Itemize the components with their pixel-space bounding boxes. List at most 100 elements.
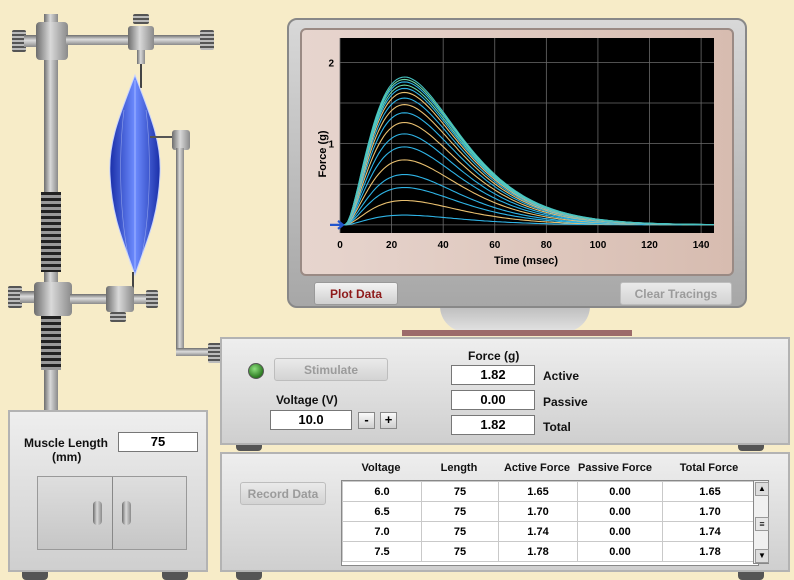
- y-axis-label: Force (g): [317, 130, 329, 177]
- header-active-force: Active Force: [503, 462, 571, 474]
- table-row[interactable]: 6.5 75 1.70 0.00 1.70: [342, 501, 758, 522]
- stand-grip-lower: [41, 310, 61, 370]
- cell-total-force: 1.65: [662, 481, 758, 502]
- electrode-cable-horizontal: [176, 348, 212, 356]
- upper-holder: [128, 26, 154, 50]
- passive-force-label: Passive: [543, 395, 588, 409]
- muscle-apparatus: [0, 0, 230, 410]
- cabinet-doors: [37, 476, 187, 550]
- stimulator-foot-left: [236, 445, 262, 451]
- monitor-base: [402, 330, 632, 336]
- cell-length: 75: [421, 541, 499, 562]
- force-header: Force (g): [468, 349, 520, 363]
- x-tick-label: 100: [590, 240, 607, 251]
- clear-tracings-button[interactable]: Clear Tracings: [620, 282, 732, 305]
- lower-clamp-block: [34, 282, 72, 316]
- scroll-up-arrow[interactable]: ▲: [755, 482, 769, 496]
- data-table-container: 6.0 75 1.65 0.00 1.65 6.5 75 1.70 0.00 1…: [341, 480, 759, 566]
- force-time-chart: Force (g) Time (msec) 0 20 40 60 80 100 120 140…: [317, 38, 715, 267]
- x-tick-label: 40: [438, 240, 450, 251]
- x-axis-label: Time (msec): [494, 255, 558, 267]
- plot-data-button[interactable]: Plot Data: [314, 282, 398, 305]
- total-force-field: 1.82: [451, 415, 535, 435]
- passive-force-field: 0.00: [451, 390, 535, 410]
- total-force-label: Total: [543, 420, 571, 434]
- lower-holder: [106, 286, 134, 312]
- x-tick-label: 20: [386, 240, 398, 251]
- cell-passive-force: 0.00: [577, 481, 663, 502]
- y-tick-label: 2: [328, 58, 334, 69]
- table-scrollbar[interactable]: ▲ ≡ ▼: [753, 480, 769, 564]
- active-force-field: 1.82: [451, 365, 535, 385]
- cell-passive-force: 0.00: [577, 501, 663, 522]
- right-door-handle[interactable]: [122, 501, 131, 525]
- x-tick-label: 0: [337, 240, 343, 251]
- voltage-minus-button[interactable]: -: [358, 412, 375, 429]
- table-row[interactable]: 7.5 75 1.78 0.00 1.78: [342, 541, 758, 562]
- muscle-specimen: [109, 73, 161, 277]
- cell-active-force: 1.70: [498, 501, 578, 522]
- x-tick-label: 120: [641, 240, 658, 251]
- electrode-holder: [172, 130, 190, 150]
- cabinet-foot-left: [22, 572, 48, 580]
- stimulator-panel: Stimulate Voltage (V) 10.0 - + Force (g)…: [220, 337, 790, 445]
- header-total-force: Total Force: [679, 462, 739, 474]
- lower-holder-bottom-knob: [110, 312, 126, 322]
- cell-total-force: 1.70: [662, 501, 758, 522]
- header-passive-force: Passive Force: [578, 462, 652, 474]
- voltage-label: Voltage (V): [276, 393, 338, 407]
- cabinet-foot-right: [162, 572, 188, 580]
- cell-length: 75: [421, 481, 499, 502]
- voltage-plus-button[interactable]: +: [380, 412, 397, 429]
- cell-passive-force: 0.00: [577, 521, 663, 542]
- x-tick-label: 80: [541, 240, 553, 251]
- monitor-neck: [440, 306, 590, 332]
- stimulus-indicator-light: [248, 363, 264, 379]
- cell-voltage: 6.0: [342, 481, 422, 502]
- cell-active-force: 1.65: [498, 481, 578, 502]
- record-panel: Record Data Voltage Length Active Force …: [220, 452, 790, 572]
- left-door-handle[interactable]: [93, 501, 102, 525]
- stimulator-foot-right: [738, 445, 764, 451]
- cell-length: 75: [421, 521, 499, 542]
- stimulate-button[interactable]: Stimulate: [274, 358, 388, 381]
- upper-holder-top-knob: [133, 14, 149, 24]
- cell-active-force: 1.74: [498, 521, 578, 542]
- cell-voltage: 7.0: [342, 521, 422, 542]
- muscle-length-unit: (mm): [52, 450, 82, 464]
- cell-passive-force: 0.00: [577, 541, 663, 562]
- x-tick-label: 140: [693, 240, 710, 251]
- stimulus-marker: [330, 220, 345, 230]
- y-tick-label: 1: [328, 140, 334, 151]
- table-row[interactable]: 6.0 75 1.65 0.00 1.65: [342, 481, 758, 502]
- muscle-cabinet: Muscle Length (mm) 75: [8, 410, 208, 572]
- electrode-cable-vertical: [176, 148, 184, 356]
- record-data-button[interactable]: Record Data: [240, 482, 326, 505]
- cell-total-force: 1.74: [662, 521, 758, 542]
- cell-total-force: 1.78: [662, 541, 758, 562]
- top-clamp-block: [36, 22, 68, 60]
- muscle-length-field[interactable]: 75: [118, 432, 198, 452]
- record-foot-left: [236, 572, 262, 580]
- top-arm-end-knob: [200, 30, 214, 50]
- data-table-header: Voltage Length Active Force Passive Forc…: [341, 462, 757, 476]
- voltage-field[interactable]: 10.0: [270, 410, 352, 430]
- cell-voltage: 6.5: [342, 501, 422, 522]
- active-force-label: Active: [543, 369, 580, 383]
- header-voltage: Voltage: [361, 462, 401, 474]
- table-row[interactable]: 7.0 75 1.74 0.00 1.74: [342, 521, 758, 542]
- cabinet-door-divider: [112, 477, 113, 549]
- x-tick-label: 60: [489, 240, 501, 251]
- header-length: Length: [440, 462, 478, 474]
- record-foot-right: [738, 572, 764, 580]
- lower-arm-end-knob: [146, 290, 158, 308]
- scroll-thumb[interactable]: ≡: [755, 517, 769, 531]
- cell-length: 75: [421, 501, 499, 522]
- data-table: 6.0 75 1.65 0.00 1.65 6.5 75 1.70 0.00 1…: [342, 481, 758, 562]
- scroll-down-arrow[interactable]: ▼: [755, 549, 769, 563]
- cell-voltage: 7.5: [342, 541, 422, 562]
- muscle-length-label: Muscle Length: [24, 436, 109, 450]
- cell-active-force: 1.78: [498, 541, 578, 562]
- stand-grip-upper: [41, 192, 61, 272]
- upper-holder-stem: [137, 50, 145, 64]
